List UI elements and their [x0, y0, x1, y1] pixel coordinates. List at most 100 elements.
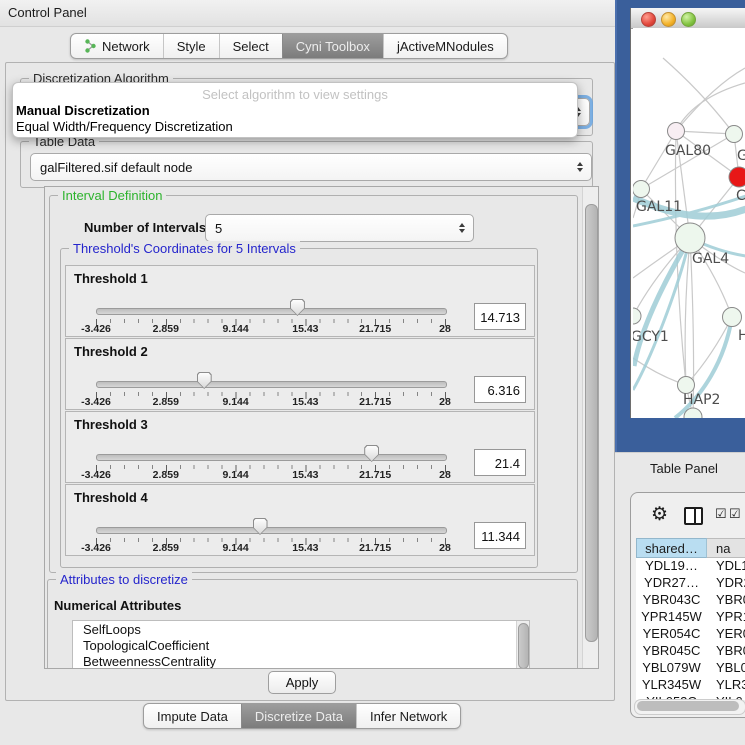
list-scrollbar[interactable]: [516, 621, 529, 669]
minimize-button[interactable]: [661, 12, 676, 27]
threshold-4-value-field[interactable]: 11.344: [474, 522, 526, 549]
tick-label: -3.426: [81, 396, 111, 408]
cell-name[interactable]: YPR1: [707, 609, 745, 626]
cell-name[interactable]: YDR2: [707, 575, 745, 592]
tab-infer-network[interactable]: Infer Network: [356, 704, 460, 728]
cell-shared-name[interactable]: YBR043C: [636, 592, 707, 609]
threshold-2-value-field[interactable]: 6.316: [474, 376, 526, 403]
checkbox-icon[interactable]: ☑: [715, 506, 727, 522]
algorithm-dropdown-popup: Select algorithm to view settings Manual…: [12, 82, 578, 138]
table-panel-titlebar: Table Panel: [615, 452, 745, 483]
network-node[interactable]: [723, 308, 742, 327]
threshold-2-slider-track[interactable]: [96, 381, 447, 388]
table-row[interactable]: YLR345WYLR3: [636, 677, 745, 694]
cell-shared-name[interactable]: YBL079W: [636, 660, 707, 677]
checkbox-icon[interactable]: ☑: [729, 506, 741, 522]
attribute-list-item[interactable]: TopologicalCoefficient: [73, 637, 529, 653]
cell-name[interactable]: YBR0: [707, 643, 745, 660]
cell-shared-name[interactable]: YLR345W: [636, 677, 707, 694]
table-row[interactable]: YDL19…YDL1: [636, 558, 745, 575]
cell-name[interactable]: YBR0: [707, 592, 745, 609]
column-header-name[interactable]: na: [707, 538, 745, 558]
threshold-3-slider-track[interactable]: [96, 454, 447, 461]
numerical-attributes-label: Numerical Attributes: [54, 598, 181, 613]
table-hscrollbar-thumb[interactable]: [637, 701, 739, 711]
network-node[interactable]: [675, 223, 705, 253]
cell-shared-name[interactable]: YDR27…: [636, 575, 707, 592]
numerical-attributes-list[interactable]: SelfLoopsTopologicalCoefficientBetweenne…: [72, 620, 530, 669]
threshold-coordinates-group: Threshold's Coordinates for 5 Intervals …: [60, 248, 538, 568]
table-row[interactable]: YDR27…YDR2: [636, 575, 745, 592]
screen: Control Panel ✕ Network Style Select Cyn…: [0, 0, 745, 745]
tab-impute-data[interactable]: Impute Data: [144, 704, 241, 728]
network-canvas[interactable]: GAL80GACGAL11GAL4GCY1HHAP2: [633, 28, 745, 418]
network-node[interactable]: [726, 126, 743, 143]
column-header-shared-name[interactable]: shared…: [636, 538, 707, 558]
table-row[interactable]: YBL079WYBL0: [636, 660, 745, 677]
threshold-3-value-field[interactable]: 21.4: [474, 449, 526, 476]
panel-title: Control Panel: [8, 5, 87, 20]
cell-shared-name[interactable]: YPR145W: [636, 609, 707, 626]
panel-scrollbar[interactable]: [582, 187, 599, 668]
control-panel-titlebar: Control Panel: [0, 0, 615, 27]
threshold-1-row: Threshold 1 -3.4262.8599.14415.4321.7152…: [65, 265, 535, 337]
cell-shared-name[interactable]: YDL19…: [636, 558, 707, 575]
network-icon: [84, 39, 97, 53]
table-header-row: shared… na: [636, 538, 745, 558]
table-hscrollbar[interactable]: [634, 699, 745, 715]
close-button[interactable]: [641, 12, 656, 27]
tick-label: 28: [439, 469, 451, 481]
tick-label: 15.43: [292, 542, 318, 554]
threshold-2-label: Threshold 2: [74, 344, 148, 359]
tab-style[interactable]: Style: [163, 34, 219, 58]
cell-name[interactable]: YER0: [707, 626, 745, 643]
attribute-list-item[interactable]: SelfLoops: [73, 621, 529, 637]
tab-network[interactable]: Network: [71, 34, 163, 58]
split-panel-icon[interactable]: [684, 507, 703, 525]
threshold-1-slider-track[interactable]: [96, 308, 447, 315]
tab-jactivemnodules[interactable]: jActiveMNodules: [383, 34, 507, 58]
tick-label: 9.144: [222, 542, 248, 554]
table-row[interactable]: YPR145WYPR1: [636, 609, 745, 626]
threshold-1-label: Threshold 1: [74, 271, 148, 286]
tick-label: -3.426: [81, 323, 111, 335]
tab-select[interactable]: Select: [219, 34, 282, 58]
tick-label: 21.715: [359, 323, 391, 335]
table-data-combo[interactable]: galFiltered.sif default node: [30, 153, 592, 181]
network-node[interactable]: [633, 308, 641, 324]
tick-label: 9.144: [222, 396, 248, 408]
tick-label: 2.859: [153, 323, 179, 335]
apply-button[interactable]: Apply: [268, 671, 336, 694]
threshold-4-slider-track[interactable]: [96, 527, 447, 534]
cell-name[interactable]: YDL1: [707, 558, 745, 575]
zoom-button[interactable]: [681, 12, 696, 27]
threshold-4-label: Threshold 4: [74, 490, 148, 505]
table-row[interactable]: YBR043CYBR0: [636, 592, 745, 609]
network-node[interactable]: [678, 377, 695, 394]
cell-name[interactable]: YBL0: [707, 660, 745, 677]
menu-item-manual-discretization[interactable]: Manual Discretization: [16, 103, 150, 118]
cell-shared-name[interactable]: YBR045C: [636, 643, 707, 660]
network-node[interactable]: [633, 181, 650, 198]
panel-scrollbar-thumb[interactable]: [585, 204, 598, 642]
threshold-4-row: Threshold 4 -3.4262.8599.14415.4321.7152…: [65, 484, 535, 556]
gear-icon[interactable]: ⚙: [651, 503, 668, 526]
attribute-list-item[interactable]: BetweennessCentrality: [73, 653, 529, 669]
number-of-intervals-combo[interactable]: 5: [205, 214, 474, 242]
tab-discretize-data[interactable]: Discretize Data: [241, 704, 356, 728]
cell-shared-name[interactable]: YER054C: [636, 626, 707, 643]
network-node[interactable]: [668, 123, 685, 140]
table-row[interactable]: YBR045CYBR0: [636, 643, 745, 660]
tick-label: -3.426: [81, 542, 111, 554]
threshold-1-value-field[interactable]: 14.713: [474, 303, 526, 330]
table-row[interactable]: YER054CYER0: [636, 626, 745, 643]
menu-item-equal-width-frequency[interactable]: Equal Width/Frequency Discretization: [16, 119, 233, 134]
cell-name[interactable]: YLR3: [707, 677, 745, 694]
tab-cyni-toolbox[interactable]: Cyni Toolbox: [282, 34, 383, 58]
tick-label: 15.43: [292, 396, 318, 408]
network-node[interactable]: [729, 167, 745, 187]
tick-label: 21.715: [359, 469, 391, 481]
number-of-intervals-value: 5: [215, 221, 222, 236]
tick-label: 21.715: [359, 542, 391, 554]
node-label: HAP2: [683, 392, 720, 408]
